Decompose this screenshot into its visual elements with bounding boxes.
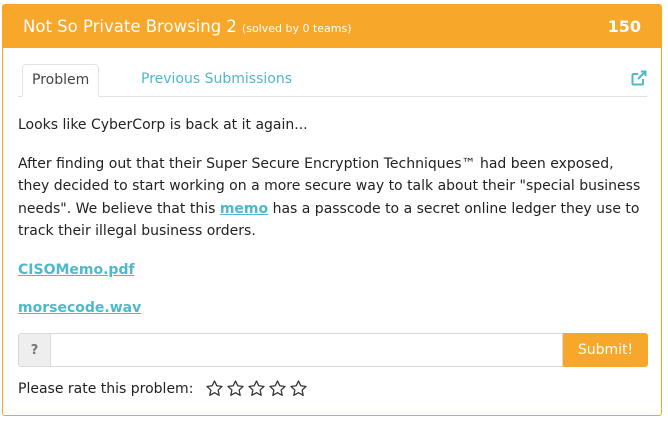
external-link-icon[interactable] [631, 70, 647, 86]
file-link-ciso-memo[interactable]: CISOMemo.pdf [18, 259, 645, 282]
star-outline-icon[interactable] [268, 379, 289, 399]
rating-label: Please rate this problem: [18, 381, 194, 397]
problem-description: Looks like CyberCorp is back at it again… [3, 114, 661, 320]
solved-count: (solved by 0 teams) [241, 22, 352, 35]
description-paragraph: After finding out that their Super Secur… [18, 153, 645, 243]
problem-tabs: Problem Previous Submissions [18, 48, 647, 97]
problem-card: Not So Private Browsing 2 (solved by 0 t… [2, 4, 662, 416]
problem-points: 150 [607, 17, 641, 36]
problem-header[interactable]: Not So Private Browsing 2 (solved by 0 t… [3, 5, 661, 48]
memo-link[interactable]: memo [220, 201, 268, 217]
tab-previous-submissions[interactable]: Previous Submissions [141, 64, 292, 95]
rating-row: Please rate this problem: [18, 379, 310, 399]
star-outline-icon[interactable] [289, 379, 310, 399]
intro-text: Looks like CyberCorp is back at it again… [18, 117, 308, 133]
star-outline-icon[interactable] [226, 379, 247, 399]
problem-title-wrap: Not So Private Browsing 2 (solved by 0 t… [23, 17, 352, 36]
file-link-morsecode[interactable]: morsecode.wav [18, 297, 645, 320]
star-outline-icon[interactable] [205, 379, 226, 399]
star-outline-icon[interactable] [247, 379, 268, 399]
rating-stars [205, 379, 310, 399]
question-addon: ? [18, 333, 51, 367]
flag-input[interactable] [51, 333, 563, 367]
answer-form: ? Submit! [18, 333, 648, 367]
tab-problem[interactable]: Problem [22, 64, 100, 97]
problem-title: Not So Private Browsing 2 [23, 17, 237, 36]
submit-button[interactable]: Submit! [563, 333, 648, 367]
